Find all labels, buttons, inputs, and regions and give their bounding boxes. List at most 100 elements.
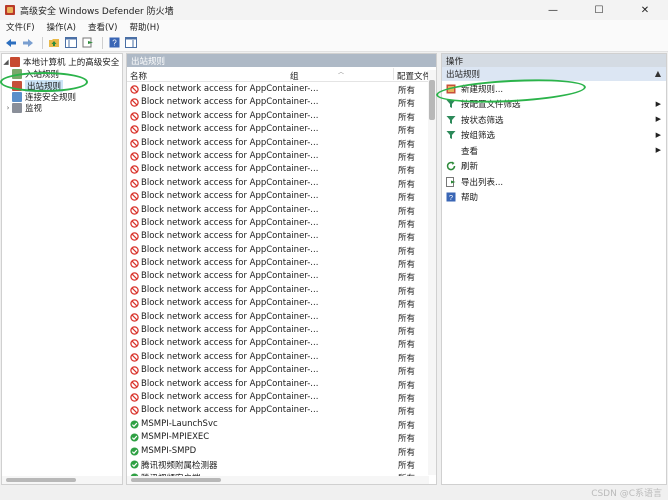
rule-profile: 所有 xyxy=(398,313,416,324)
table-row[interactable]: Block network access for AppContainer-..… xyxy=(127,83,429,96)
table-row[interactable]: Block network access for AppContainer-..… xyxy=(127,270,429,283)
close-button[interactable]: ✕ xyxy=(622,0,668,20)
table-row[interactable]: Block network access for AppContainer-..… xyxy=(127,324,429,337)
scroll-thumb[interactable] xyxy=(131,478,221,482)
menu-action[interactable]: 操作(A) xyxy=(47,21,76,33)
table-row[interactable]: Block network access for AppContainer-..… xyxy=(127,217,429,230)
action-item-5[interactable]: 查看 ▶ xyxy=(442,143,666,159)
column-header-group[interactable]: 组 xyxy=(290,70,299,82)
rules-vertical-scrollbar[interactable] xyxy=(428,70,436,475)
column-header-profile[interactable]: 配置文件 xyxy=(397,70,431,82)
block-rule-icon xyxy=(130,85,139,94)
rule-profile: 所有 xyxy=(398,407,416,418)
tree-item-inbound-rules[interactable]: 入站规则 xyxy=(12,68,59,80)
table-row[interactable]: MSMPI-SMPD 所有 xyxy=(127,445,429,458)
action-item-1[interactable]: 新建规则... xyxy=(442,81,666,97)
submenu-arrow-icon: ▶ xyxy=(655,99,661,108)
rule-name: Block network access for AppContainer-..… xyxy=(141,164,319,175)
table-row[interactable]: Block network access for AppContainer-..… xyxy=(127,364,429,377)
action-item-8[interactable]: ? 帮助 xyxy=(442,190,666,206)
collapse-caret-icon[interactable]: ▲ xyxy=(655,69,661,78)
action-item-4[interactable]: 按组筛选 ▶ xyxy=(442,128,666,144)
table-row[interactable]: Block network access for AppContainer-..… xyxy=(127,337,429,350)
rule-name: Block network access for AppContainer-..… xyxy=(141,177,319,188)
table-row[interactable]: Block network access for AppContainer-..… xyxy=(127,311,429,324)
rule-profile: 所有 xyxy=(398,273,416,284)
table-row[interactable]: Block network access for AppContainer-..… xyxy=(127,284,429,297)
allow-rule-icon xyxy=(130,420,139,429)
table-row[interactable]: Block network access for AppContainer-..… xyxy=(127,163,429,176)
table-row[interactable]: Block network access for AppContainer-..… xyxy=(127,96,429,109)
table-row[interactable]: Block network access for AppContainer-..… xyxy=(127,177,429,190)
rule-name: Block network access for AppContainer-..… xyxy=(141,244,319,255)
table-row[interactable]: Block network access for AppContainer-..… xyxy=(127,110,429,123)
table-row[interactable]: Block network access for AppContainer-..… xyxy=(127,123,429,136)
block-rule-icon xyxy=(130,245,139,255)
action-item-6[interactable]: 刷新 xyxy=(442,159,666,175)
svg-text:?: ? xyxy=(112,39,117,48)
actions-section-outbound[interactable]: 出站规则 ▲ xyxy=(442,67,666,81)
table-row[interactable]: Block network access for AppContainer-..… xyxy=(127,351,429,364)
maximize-button[interactable]: ☐ xyxy=(576,0,622,20)
rule-name: Block network access for AppContainer-..… xyxy=(141,191,319,202)
block-rule-icon xyxy=(130,259,139,268)
rule-profile: 所有 xyxy=(398,179,416,190)
action-item-2[interactable]: 按配置文件筛选 ▶ xyxy=(442,97,666,113)
action-item-7[interactable]: 导出列表... xyxy=(442,174,666,190)
export-button[interactable] xyxy=(81,36,95,50)
actions-list: 新建规则... 按配置文件筛选 ▶ 按状态筛选 ▶ 按组筛选 ▶ 查看 ▶ 刷新 导出列表...? 帮… xyxy=(442,81,666,205)
column-divider[interactable] xyxy=(393,68,394,80)
table-row[interactable]: Block network access for AppContainer-..… xyxy=(127,391,429,404)
table-row[interactable]: MSMPI-LaunchSvc 所有 xyxy=(127,418,429,431)
rules-horizontal-scrollbar[interactable] xyxy=(127,476,429,484)
blank-icon xyxy=(446,146,456,156)
rule-profile: 所有 xyxy=(398,152,416,163)
table-row[interactable]: Block network access for AppContainer-..… xyxy=(127,257,429,270)
forward-button[interactable] xyxy=(21,36,35,50)
table-row[interactable]: Block network access for AppContainer-..… xyxy=(127,378,429,391)
export-icon xyxy=(82,37,93,48)
menu-help[interactable]: 帮助(H) xyxy=(129,21,159,33)
menu-file[interactable]: 文件(F) xyxy=(6,21,35,33)
rules-list: Block network access for AppContainer-..… xyxy=(127,83,429,484)
minimize-button[interactable]: — xyxy=(530,0,576,20)
action-label: 按状态筛选 xyxy=(461,115,504,126)
column-headers: 名称 组 ︿ 配置文件 xyxy=(127,67,436,82)
table-row[interactable]: 腾讯视频附属检测器 所有 xyxy=(127,458,429,471)
rule-name: Block network access for AppContainer-..… xyxy=(141,298,319,309)
tree-item-monitor[interactable]: › 监视 xyxy=(4,102,42,114)
tree-horizontal-scrollbar[interactable] xyxy=(2,476,122,484)
table-row[interactable]: Block network access for AppContainer-..… xyxy=(127,137,429,150)
scroll-thumb[interactable] xyxy=(6,478,76,482)
tree-root[interactable]: ◢ 本地计算机 上的高级安全 Windows Defender 防火墙 xyxy=(2,56,122,68)
up-folder-button[interactable] xyxy=(47,36,61,50)
block-rule-icon xyxy=(130,286,139,295)
table-row[interactable]: Block network access for AppContainer-..… xyxy=(127,297,429,310)
show-action-pane-button[interactable] xyxy=(124,36,138,50)
block-rule-icon xyxy=(130,205,139,215)
sort-ascending-icon: ︿ xyxy=(338,69,345,76)
action-item-3[interactable]: 按状态筛选 ▶ xyxy=(442,112,666,128)
tree-root-label: 本地计算机 上的高级安全 Windows Defender 防火墙 xyxy=(23,58,122,68)
table-row[interactable]: Block network access for AppContainer-..… xyxy=(127,150,429,163)
table-row[interactable]: Block network access for AppContainer-..… xyxy=(127,230,429,243)
rule-name: Block network access for AppContainer-..… xyxy=(141,365,319,376)
show-tree-button[interactable] xyxy=(64,36,78,50)
block-rule-icon xyxy=(130,406,139,416)
table-row[interactable]: Block network access for AppContainer-..… xyxy=(127,190,429,203)
menu-view[interactable]: 查看(V) xyxy=(88,21,117,33)
block-rule-icon xyxy=(130,393,139,402)
table-row[interactable]: Block network access for AppContainer-..… xyxy=(127,244,429,257)
table-row[interactable]: Block network access for AppContainer-..… xyxy=(127,404,429,417)
back-button[interactable] xyxy=(4,36,18,50)
column-header-name[interactable]: 名称 xyxy=(130,70,147,82)
filter-icon xyxy=(446,130,456,140)
rules-list-pane: 出站规则 名称 组 ︿ 配置文件 Block network access fo… xyxy=(126,53,437,485)
scroll-thumb[interactable] xyxy=(429,80,435,120)
table-row[interactable]: MSMPI-MPIEXEC 所有 xyxy=(127,431,429,444)
help-toolbar-button[interactable]: ? xyxy=(107,36,121,50)
block-rule-icon xyxy=(130,152,139,161)
block-rule-icon xyxy=(130,112,139,121)
submenu-arrow-icon: ▶ xyxy=(655,130,661,139)
table-row[interactable]: Block network access for AppContainer-..… xyxy=(127,204,429,217)
